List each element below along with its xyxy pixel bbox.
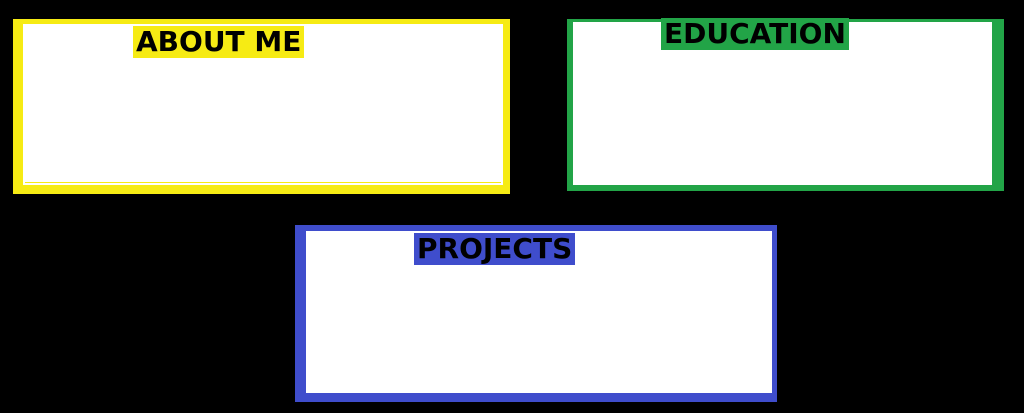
about-me-card: ABOUT ME (13, 19, 510, 194)
education-card: EDUCATION (567, 18, 1004, 191)
education-title: EDUCATION (661, 18, 849, 50)
about-me-inner-border (25, 182, 501, 183)
projects-card: PROJECTS (295, 225, 777, 402)
projects-title: PROJECTS (414, 233, 576, 265)
about-me-title: ABOUT ME (133, 26, 305, 58)
